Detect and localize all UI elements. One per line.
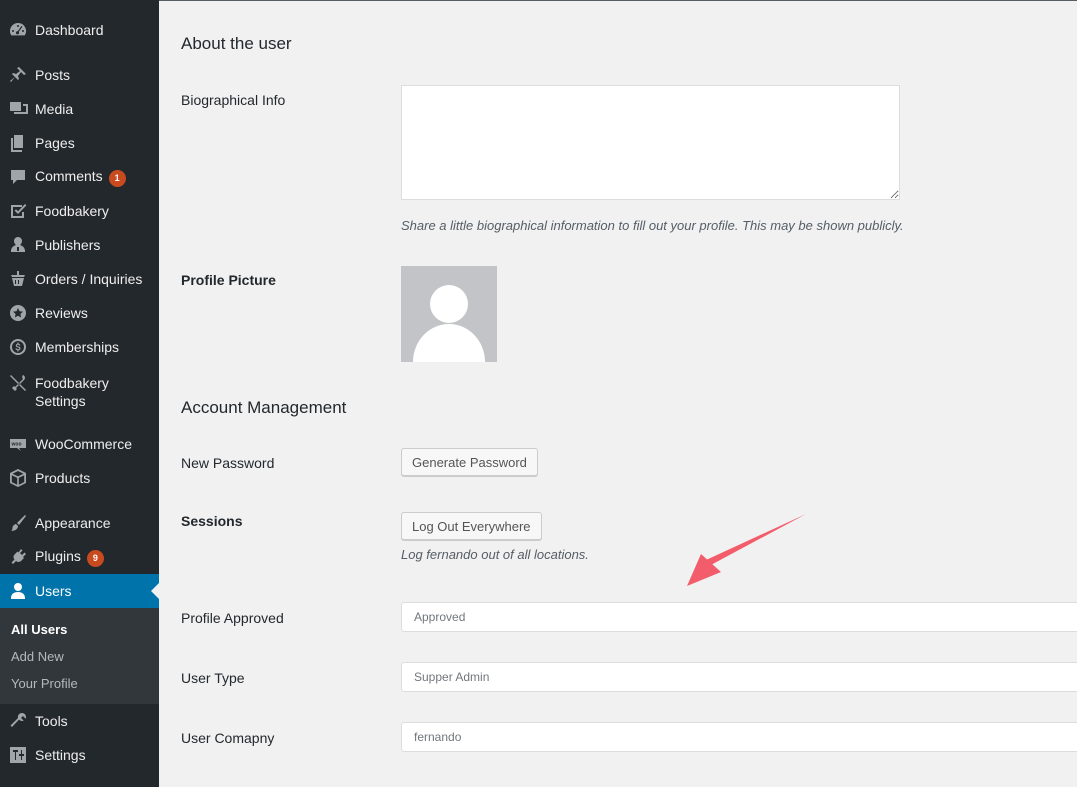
brush-icon: [0, 506, 35, 540]
sidebar-item-label: Foodbakery: [35, 203, 109, 219]
sessions-description: Log fernando out of all locations.: [401, 547, 589, 562]
submenu-item-add-new[interactable]: Add New: [11, 649, 64, 664]
profile-edit-form: About the user Biographical Info Share a…: [159, 0, 1077, 787]
sessions-label: Sessions: [181, 513, 243, 529]
account-management-heading: Account Management: [181, 398, 347, 417]
profile-approved-label: Profile Approved: [181, 610, 284, 626]
sidebar-item-products[interactable]: Products: [0, 461, 159, 495]
wrench-icon: [0, 704, 35, 738]
svg-text:woo: woo: [10, 442, 21, 448]
sidebar-item-dashboard[interactable]: Dashboard: [0, 13, 159, 47]
profile-approved-field[interactable]: Approved: [401, 602, 1077, 632]
annotation-arrow-icon: [687, 514, 806, 586]
sidebar-item-foodbakery-settings[interactable]: Foodbakery Settings: [0, 369, 159, 421]
sidebar-item-label: Memberships: [35, 339, 120, 355]
pin-icon: [0, 58, 35, 92]
plugins-update-badge: 9: [86, 550, 104, 567]
admin-sidebar: Dashboard Posts Media Pages Comments 1 Fo…: [0, 0, 159, 787]
bio-label: Biographical Info: [181, 92, 286, 108]
plugin-icon: [0, 540, 35, 574]
sidebar-item-label: Settings: [35, 747, 86, 763]
sidebar-item-label: Orders / Inquiries: [35, 271, 143, 287]
sidebar-item-users[interactable]: Users: [0, 574, 159, 608]
submenu-item-all-users[interactable]: All Users: [11, 622, 67, 637]
about-user-heading: About the user: [181, 34, 292, 53]
box-icon: [0, 461, 35, 495]
sidebar-item-plugins[interactable]: Plugins 9: [0, 540, 159, 574]
biographical-info-textarea[interactable]: [401, 85, 900, 200]
bio-description: Share a little biographical information …: [401, 218, 904, 233]
sidebar-item-foodbakery[interactable]: Foodbakery: [0, 194, 159, 228]
sidebar-item-label: Comments 1: [35, 167, 126, 187]
settings-icon: [0, 738, 35, 772]
new-password-label: New Password: [181, 455, 275, 471]
sidebar-item-comments[interactable]: Comments 1: [0, 160, 159, 194]
sidebar-item-publishers[interactable]: Publishers: [0, 228, 159, 262]
sidebar-item-label: Posts: [35, 67, 71, 83]
sidebar-item-label: Products: [35, 470, 91, 486]
sidebar-item-label: Foodbakery Settings: [35, 375, 109, 409]
sidebar-item-label: Pages: [35, 135, 75, 151]
user-company-label: User Comapny: [181, 730, 275, 746]
sidebar-item-orders[interactable]: Orders / Inquiries: [0, 262, 159, 296]
user-type-field[interactable]: Supper Admin: [401, 662, 1077, 692]
active-menu-indicator: [151, 583, 159, 599]
star-icon: [0, 296, 35, 330]
sidebar-item-reviews[interactable]: Reviews: [0, 296, 159, 330]
publisher-icon: [0, 228, 35, 262]
sidebar-item-woocommerce[interactable]: woo WooCommerce: [0, 427, 159, 461]
media-icon: [0, 92, 35, 126]
sidebar-item-pages[interactable]: Pages: [0, 126, 159, 160]
sidebar-item-memberships[interactable]: Memberships: [0, 330, 159, 364]
sidebar-item-settings[interactable]: Settings: [0, 738, 159, 772]
sidebar-item-label: WooCommerce: [35, 436, 132, 452]
sidebar-item-label: Publishers: [35, 237, 101, 253]
sidebar-item-label: Plugins 9: [35, 547, 104, 567]
profile-picture-label: Profile Picture: [181, 272, 276, 288]
sidebar-item-appearance[interactable]: Appearance: [0, 506, 159, 540]
sidebar-item-label: Media: [35, 101, 74, 117]
generate-password-button[interactable]: Generate Password: [401, 448, 538, 476]
sidebar-item-label: Reviews: [35, 305, 88, 321]
sidebar-item-media[interactable]: Media: [0, 92, 159, 126]
user-type-label: User Type: [181, 670, 245, 686]
log-out-everywhere-button[interactable]: Log Out Everywhere: [401, 512, 542, 540]
user-company-field[interactable]: fernando: [401, 722, 1077, 752]
sidebar-item-label: Dashboard: [35, 22, 104, 38]
pages-icon: [0, 126, 35, 160]
sidebar-item-label: Users: [35, 583, 72, 599]
divider: [159, 0, 1077, 1]
submenu-item-your-profile[interactable]: Your Profile: [11, 676, 78, 691]
basket-icon: [0, 262, 35, 296]
dashboard-icon: [0, 13, 35, 47]
default-avatar-icon: [413, 285, 485, 362]
comment-icon: [0, 160, 35, 194]
woo-icon: woo: [0, 427, 35, 461]
sidebar-item-tools[interactable]: Tools: [0, 704, 159, 738]
checkbox-icon: [0, 194, 35, 228]
tools-icon: [0, 369, 35, 397]
dollar-icon: [0, 330, 35, 364]
sidebar-item-posts[interactable]: Posts: [0, 58, 159, 92]
users-submenu: All Users Add New Your Profile: [0, 608, 159, 704]
avatar: [401, 266, 497, 362]
comments-count-badge: 1: [108, 170, 126, 187]
sidebar-item-label: Appearance: [35, 515, 111, 531]
user-icon: [0, 574, 35, 608]
sidebar-item-label: Tools: [35, 713, 68, 729]
